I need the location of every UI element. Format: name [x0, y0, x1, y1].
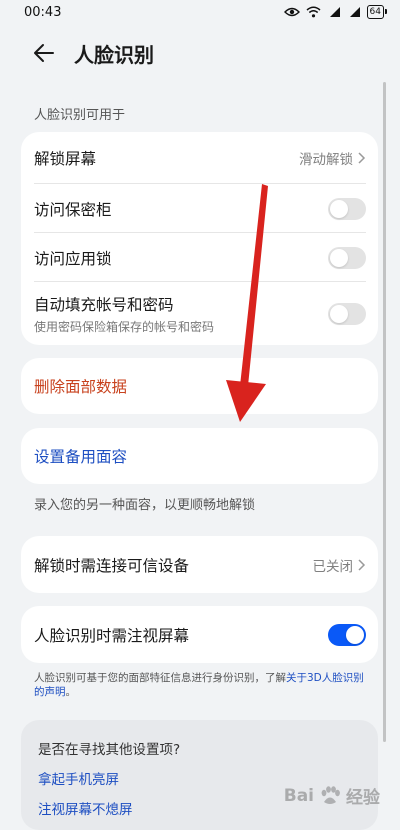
suggestions-title: 是否在寻找其他设置项? — [38, 742, 181, 758]
app-lock-label: 访问应用锁 — [34, 249, 112, 268]
alt-face-helper: 录入您的另一种面容，以更顺畅地解锁 — [34, 498, 256, 513]
trusted-device-value-text: 已关闭 — [312, 558, 354, 575]
trusted-device-label: 解锁时需连接可信设备 — [34, 556, 190, 575]
autofill-label: 自动填充帐号和密码 — [34, 295, 174, 314]
toggle-knob — [330, 199, 348, 218]
gaze-row: 人脸识别时需注视屏幕 — [21, 606, 378, 663]
page-title: 人脸识别 — [74, 42, 154, 67]
unlock-screen-label: 解锁屏幕 — [34, 150, 97, 168]
trusted-device-card: 解锁时需连接可信设备 已关闭 — [21, 536, 378, 593]
gaze-toggle[interactable] — [328, 623, 366, 646]
chevron-right-icon — [358, 558, 366, 571]
section-label: 人脸识别可用于 — [34, 108, 126, 123]
wifi-icon — [306, 6, 321, 18]
vault-label: 访问保密柜 — [34, 200, 112, 219]
paw-icon — [321, 785, 340, 804]
unlock-screen-value: 滑动解锁 — [299, 148, 366, 168]
trusted-device-value: 已关闭 — [313, 555, 367, 575]
delete-face-data-button[interactable]: 删除面部数据 — [21, 358, 378, 414]
app-lock-row: 访问应用锁 — [21, 233, 378, 282]
status-icons: 64 — [283, 5, 388, 19]
eye-icon — [283, 7, 300, 17]
autofill-text: 自动填充帐号和密码 使用密码保险箱保存的帐号和密码 — [34, 293, 214, 335]
title-bar: 人脸识别 — [0, 30, 400, 76]
gaze-card: 人脸识别时需注视屏幕 — [21, 606, 378, 663]
usage-card: 解锁屏幕 滑动解锁 访问保密柜 访问应用锁 自动填充帐号和密码 使用密码保险箱保… — [21, 132, 378, 345]
toggle-knob — [346, 625, 364, 644]
watermark-text-2: 经验 — [346, 788, 380, 808]
arrow-left-icon — [34, 44, 54, 62]
unlock-screen-row[interactable]: 解锁屏幕 滑动解锁 — [21, 132, 378, 184]
footnote: 人脸识别可基于您的面部特征信息进行身份识别，了解关于3D人脸识别的声明。 — [34, 671, 374, 699]
vault-row: 访问保密柜 — [21, 184, 378, 233]
watermark: Bai 经验 — [283, 783, 380, 809]
trusted-device-row[interactable]: 解锁时需连接可信设备 已关闭 — [21, 536, 378, 593]
chevron-right-icon — [358, 152, 366, 164]
delete-card: 删除面部数据 — [21, 358, 378, 414]
signal-icon — [329, 7, 340, 17]
status-time: 00:43 — [24, 4, 62, 20]
status-bar: 00:43 64 — [0, 0, 400, 24]
footnote-end: 。 — [65, 686, 77, 698]
app-lock-toggle[interactable] — [328, 246, 366, 269]
watermark-text: Bai — [283, 785, 314, 806]
suggestions-card: 是否在寻找其他设置项? 拿起手机亮屏 注视屏幕不熄屏 — [21, 720, 378, 830]
autofill-row: 自动填充帐号和密码 使用密码保险箱保存的帐号和密码 — [21, 282, 378, 345]
gaze-label: 人脸识别时需注视屏幕 — [34, 626, 190, 645]
vault-toggle[interactable] — [328, 197, 366, 220]
back-button[interactable] — [28, 37, 60, 69]
unlock-screen-value-text: 滑动解锁 — [299, 152, 353, 168]
autofill-sub: 使用密码保险箱保存的帐号和密码 — [34, 319, 215, 334]
battery-level: 64 — [369, 7, 381, 17]
toggle-knob — [330, 304, 348, 323]
set-alt-face-label: 设置备用面容 — [34, 448, 128, 466]
toggle-knob — [330, 248, 348, 267]
battery-icon: 64 — [366, 5, 388, 19]
delete-face-data-label: 删除面部数据 — [34, 378, 128, 396]
scrollbar[interactable] — [383, 82, 386, 742]
signal-icon-2 — [349, 7, 360, 17]
footnote-text: 人脸识别可基于您的面部特征信息进行身份识别，了解 — [34, 672, 286, 684]
autofill-toggle[interactable] — [328, 302, 366, 325]
alt-face-card: 设置备用面容 — [21, 428, 378, 484]
set-alt-face-button[interactable]: 设置备用面容 — [21, 428, 378, 484]
